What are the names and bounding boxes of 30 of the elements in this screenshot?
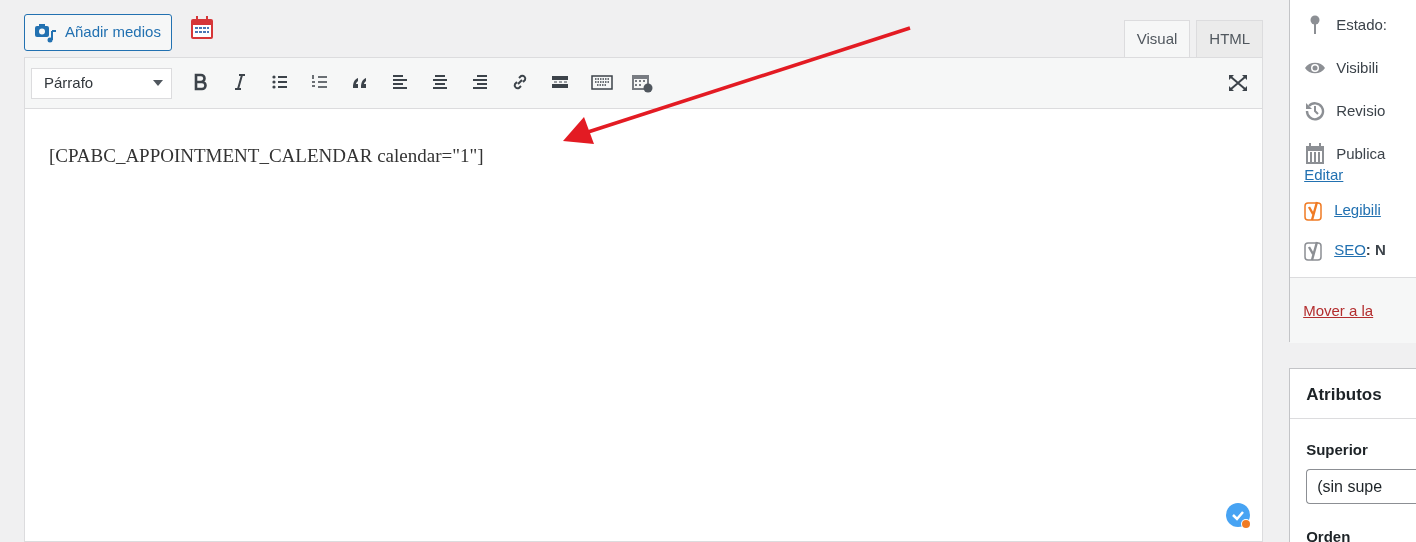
editor-tab[interactable]: Visual xyxy=(1123,20,1191,57)
pin-icon xyxy=(1310,15,1321,35)
parent-select[interactable]: (sin supe xyxy=(1306,469,1416,504)
editor-text[interactable]: [CPABC_APPOINTMENT_CALENDAR calendar="1"] xyxy=(49,142,1239,171)
caret-icon xyxy=(153,80,163,86)
status-label: Publica xyxy=(1336,143,1386,164)
status-label: Estado: xyxy=(1336,14,1388,35)
eye-icon xyxy=(1304,61,1327,75)
format-select[interactable]: Párrafo xyxy=(31,67,172,99)
rating-link[interactable]: SEO xyxy=(1334,239,1366,262)
editor-tab[interactable]: HTML xyxy=(1196,20,1264,57)
rating-icon xyxy=(1304,199,1325,222)
calendar-icon[interactable] xyxy=(631,73,653,93)
media-icon xyxy=(35,22,57,43)
keyboard-icon[interactable] xyxy=(591,73,613,93)
field-label: Orden xyxy=(1305,527,1352,542)
trash-link[interactable]: Mover a la xyxy=(1303,301,1374,319)
status-label: Visibili xyxy=(1336,57,1379,78)
history-icon xyxy=(1305,101,1326,121)
rating-result: : N xyxy=(1365,240,1386,261)
add-media-button[interactable]: Añadir medios xyxy=(24,14,172,51)
field-label: Superior xyxy=(1305,439,1369,460)
calendar-icon xyxy=(1305,143,1326,165)
panel-title: Atributos xyxy=(1290,369,1416,419)
status-label: Revisio xyxy=(1336,100,1386,121)
calendar-icon[interactable] xyxy=(189,16,214,40)
rating-link[interactable]: Legibili xyxy=(1334,199,1381,222)
edit-link[interactable]: Editar xyxy=(1304,164,1416,187)
fullscreen-icon[interactable] xyxy=(1227,74,1250,92)
rating-icon xyxy=(1304,239,1325,262)
